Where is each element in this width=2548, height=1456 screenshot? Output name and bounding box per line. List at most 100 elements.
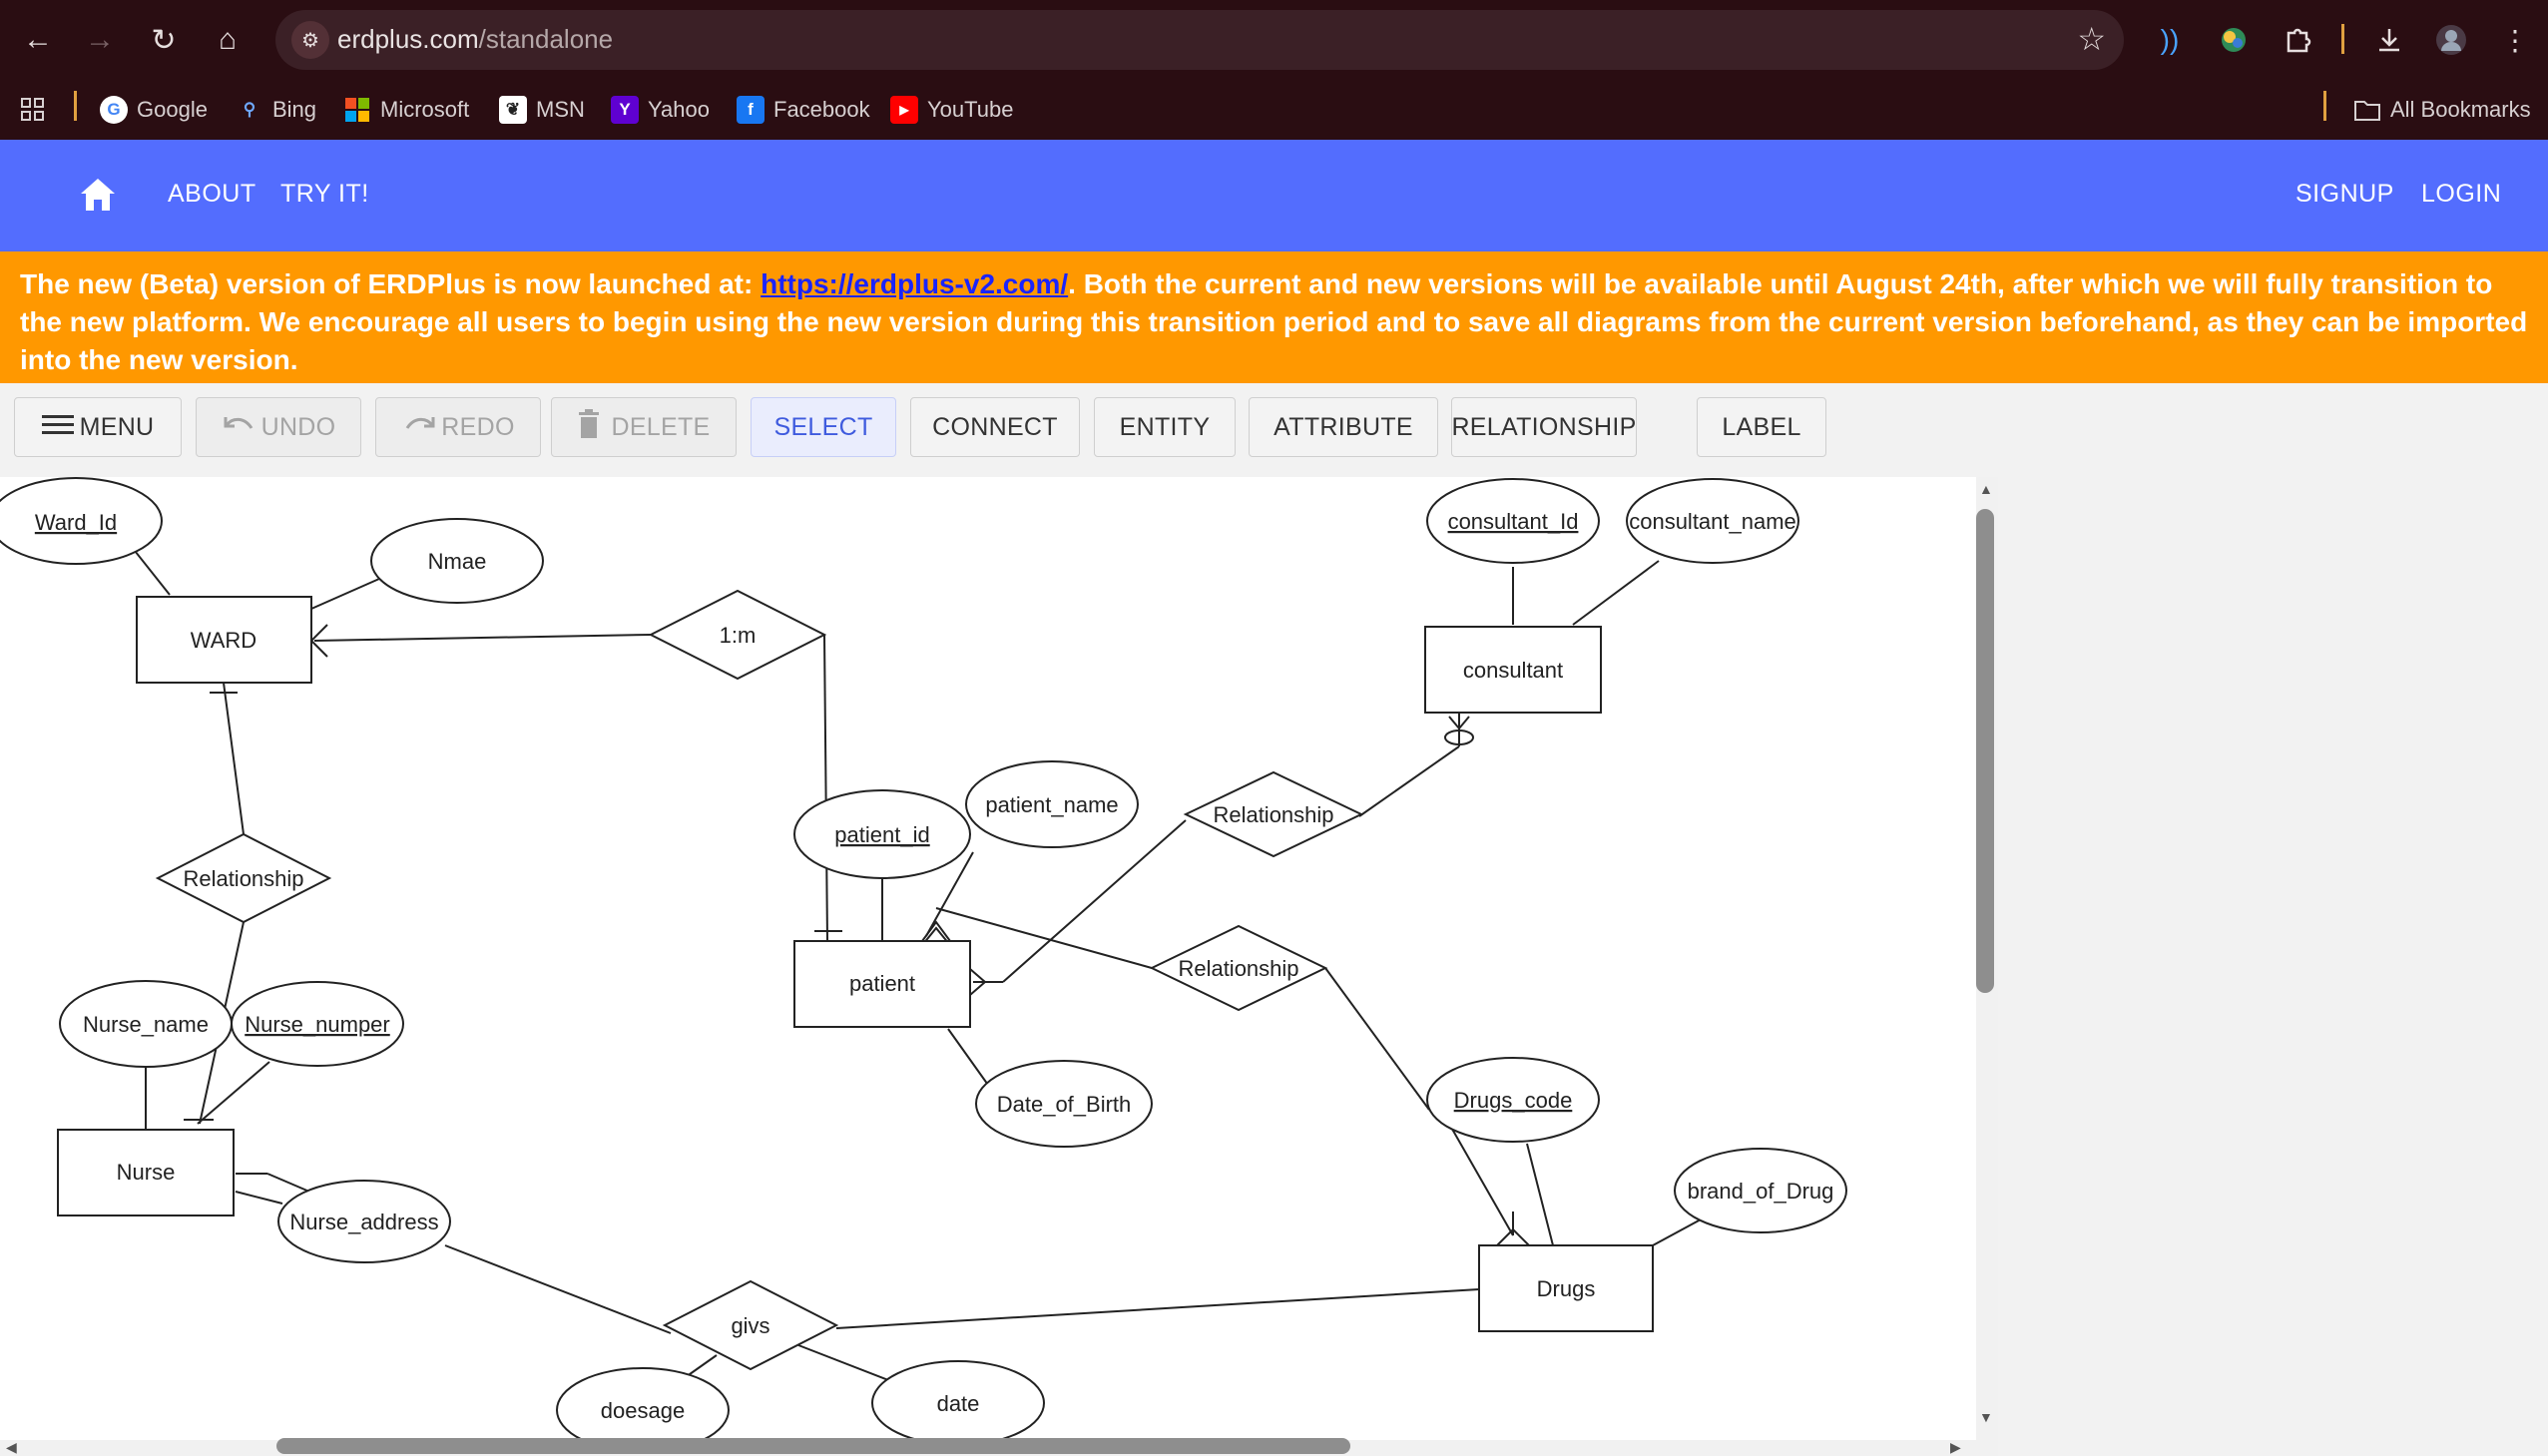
signup-link[interactable]: SIGNUP [2295,180,2394,209]
attribute-consultant-name[interactable]: consultant_name [1626,478,1799,564]
vertical-scrollbar-thumb[interactable] [1976,509,1994,993]
diagram-canvas[interactable]: Ward_Id Nmae consultant_Id consultant_na… [0,477,1976,1456]
entity-ward[interactable]: WARD [136,596,312,684]
connector-line[interactable] [1324,967,1430,1111]
try-it-link[interactable]: TRY IT! [280,180,369,209]
attribute-patient-id[interactable]: patient_id [793,789,971,879]
relationship-ward-nurse[interactable]: Relationship [155,832,332,924]
attribute-patient-name[interactable]: patient_name [965,760,1139,848]
connector-line[interactable] [197,1061,270,1125]
entity-consultant[interactable]: consultant [1424,626,1602,714]
bookmark-bing[interactable]: ⚲ Bing [236,92,316,128]
scroll-right-arrow-icon[interactable]: ▶ [1950,1439,1961,1456]
entity-drugs[interactable]: Drugs [1478,1244,1654,1332]
redo-button[interactable]: REDO [375,397,541,457]
bookmark-facebook[interactable]: f Facebook [737,92,870,128]
connector-line[interactable] [835,1288,1480,1329]
login-link[interactable]: LOGIN [2421,180,2501,209]
connector-line[interactable] [444,1244,672,1334]
relationship-nurse-drugs[interactable]: givs [662,1279,839,1371]
profile-avatar-icon[interactable] [2429,18,2473,62]
bookmark-youtube[interactable]: ▶ YouTube [890,92,1013,128]
attribute-date[interactable]: date [871,1360,1045,1446]
about-link[interactable]: ABOUT [168,180,256,209]
site-info-icon[interactable]: ⚙ [291,21,329,59]
url-domain: erdplus.com [337,24,479,54]
crows-foot-marker [921,920,951,942]
entity-button[interactable]: ENTITY [1094,397,1236,457]
connect-button[interactable]: CONNECT [910,397,1080,457]
scroll-down-arrow-icon[interactable]: ▼ [1979,1409,1993,1425]
bookmark-msn[interactable]: ❦ MSN [499,92,585,128]
connector-line[interactable] [310,578,380,610]
attribute-nurse-number[interactable]: Nurse_numper [231,981,404,1067]
scroll-up-arrow-icon[interactable]: ▲ [1979,481,1993,497]
connector-line[interactable] [1652,1218,1702,1246]
delete-label: DELETE [611,412,711,441]
attribute-button[interactable]: ATTRIBUTE [1249,397,1438,457]
label-button[interactable]: LABEL [1697,397,1826,457]
bookmark-star-icon[interactable]: ☆ [2077,20,2106,58]
url-path: /standalone [478,24,614,54]
connector-line[interactable] [1358,745,1460,817]
bookmarks-separator [2323,91,2326,121]
browser-menu-icon[interactable]: ⋮ [2493,18,2537,62]
connector-line[interactable] [266,1173,310,1193]
forward-icon[interactable]: → [78,18,122,62]
extension-colorful-icon[interactable] [2212,18,2256,62]
trash-icon [577,408,601,446]
attribute-date-of-birth[interactable]: Date_of_Birth [975,1060,1153,1148]
attribute-consultant-id[interactable]: consultant_Id [1426,478,1600,564]
attribute-ward-id[interactable]: Ward_Id [0,477,163,565]
relationship-label: Relationship [1213,802,1333,827]
read-aloud-icon[interactable]: )) [2148,18,2192,62]
facebook-icon: f [737,96,764,124]
home-nav-icon[interactable] [78,176,118,219]
extensions-puzzle-icon[interactable] [2276,18,2319,62]
apps-grid-icon[interactable] [20,92,46,128]
delete-button[interactable]: DELETE [551,397,737,457]
relationship-button[interactable]: RELATIONSHIP [1451,397,1637,457]
connector-line[interactable] [313,634,652,642]
relationship-patient-consultant[interactable]: Relationship [1183,770,1364,858]
back-icon[interactable]: ← [16,18,60,62]
attribute-drugs-code[interactable]: Drugs_code [1426,1057,1600,1143]
connector-line[interactable] [235,1191,283,1205]
select-label: SELECT [773,412,873,441]
menu-button[interactable]: MENU [14,397,182,457]
relationship-patient-drugs[interactable]: Relationship [1149,924,1328,1012]
connector-line[interactable] [823,634,828,942]
bookmark-google[interactable]: G Google [100,92,208,128]
undo-button[interactable]: UNDO [196,397,361,457]
attribute-nurse-name[interactable]: Nurse_name [59,980,233,1068]
scroll-left-arrow-icon[interactable]: ◀ [6,1439,17,1456]
menu-label: MENU [79,412,155,441]
bookmark-yahoo[interactable]: Y Yahoo [611,92,710,128]
all-bookmarks[interactable]: All Bookmarks [2353,92,2531,128]
notice-text-before: The new (Beta) version of ERDPlus is now… [20,268,762,299]
entity-patient[interactable]: patient [793,940,971,1028]
home-icon[interactable]: ⌂ [206,18,250,62]
entity-nurse[interactable]: Nurse [57,1129,235,1216]
connector-line[interactable] [1526,1143,1554,1246]
downloads-icon[interactable] [2367,18,2411,62]
beta-link[interactable]: https://erdplus-v2.com/ [761,268,1068,299]
bookmark-label: Yahoo [648,97,710,122]
right-side-panel [1998,477,2548,1456]
select-button[interactable]: SELECT [751,397,896,457]
attribute-nmae[interactable]: Nmae [370,518,544,604]
bookmark-microsoft[interactable]: Microsoft [343,92,469,128]
connector-line[interactable] [797,1344,889,1381]
reload-icon[interactable]: ↻ [142,18,186,62]
er-diagram[interactable]: Ward_Id Nmae consultant_Id consultant_na… [0,477,1976,1456]
connector-line[interactable] [1572,560,1660,626]
relationship-ward-patient[interactable]: 1:m [648,589,827,681]
horizontal-scrollbar-thumb[interactable] [276,1438,1350,1454]
connector-line[interactable] [223,682,245,835]
url-text[interactable]: erdplus.com/standalone [337,24,613,55]
bookmark-label: Bing [272,97,317,122]
address-bar[interactable]: ⚙ erdplus.com/standalone ☆ [275,10,2124,70]
attribute-nurse-address[interactable]: Nurse_address [277,1180,451,1263]
diagram-toolbar: MENU UNDO REDO DELETE SELECT CONNECT ENT… [0,383,2548,477]
attribute-brand-of-drug[interactable]: brand_of_Drug [1674,1148,1847,1233]
